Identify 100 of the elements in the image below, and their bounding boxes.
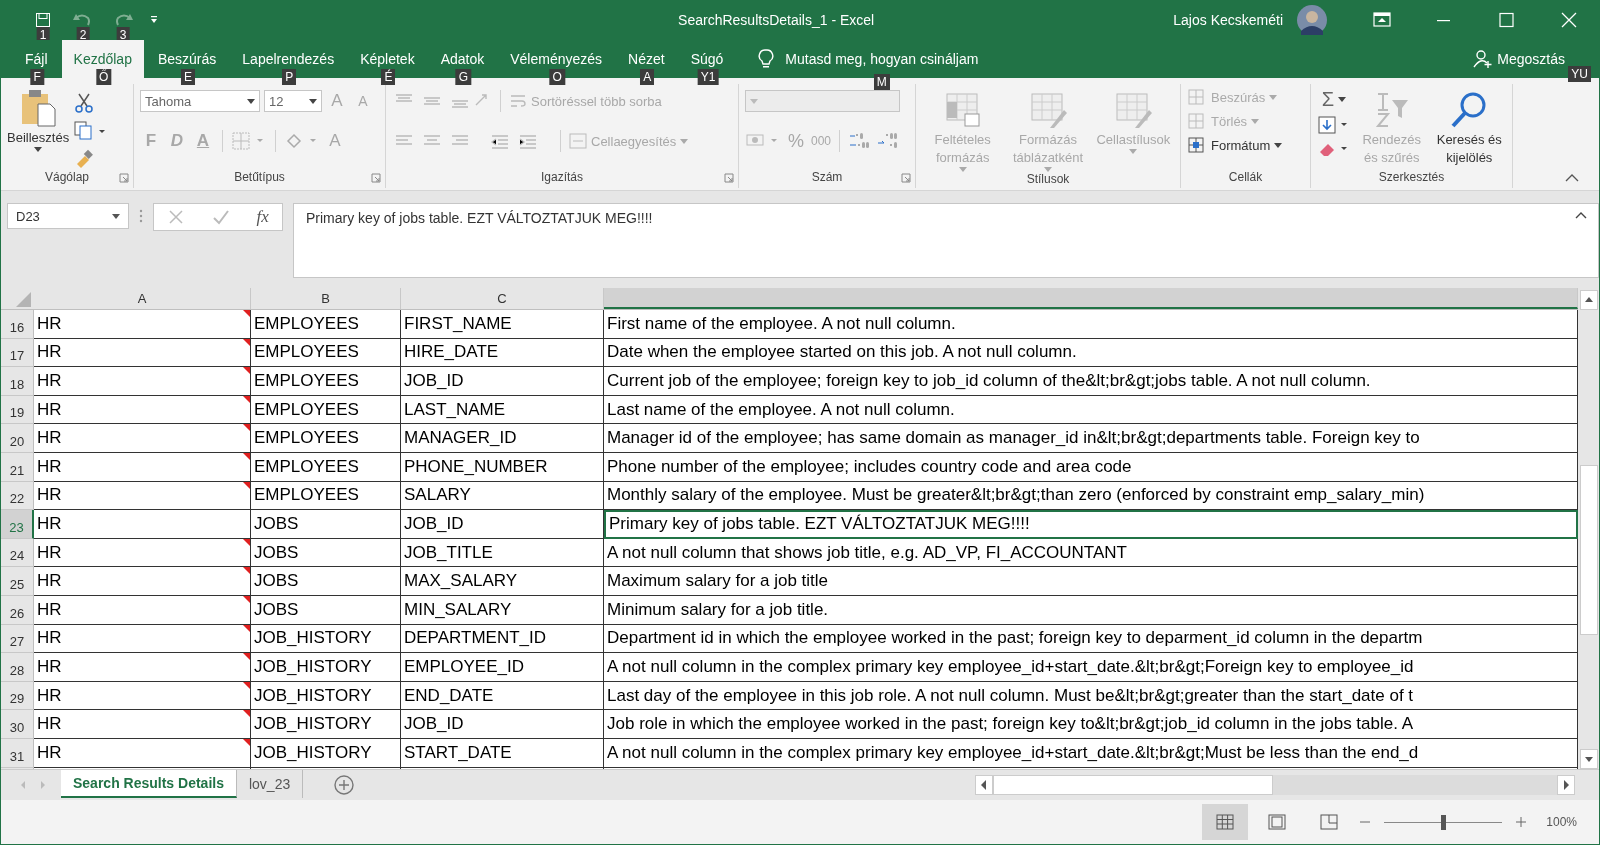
caret-icon — [247, 98, 255, 104]
format-cells-icon — [1187, 136, 1207, 154]
keytip: G — [455, 69, 472, 85]
scroll-thumb[interactable] — [993, 775, 1273, 795]
caret-icon — [1251, 118, 1260, 124]
table-cell: HR — [34, 395, 251, 425]
table-cell: JOB_HISTORY — [251, 653, 401, 682]
table-cell: Monthly salary of the employee. Must be greater&lt;br&gt;than zero (enforced by constraint emp_salary_min) — [604, 481, 1578, 511]
caret-icon — [750, 98, 758, 104]
format-cells-button[interactable]: Formátum — [1187, 136, 1283, 154]
column-header[interactable]: A — [34, 288, 251, 309]
table-cell: JOB_HISTORY — [251, 681, 401, 711]
sheet-tab[interactable]: Search Results Details — [61, 770, 237, 798]
zoom-slider-thumb[interactable] — [1441, 814, 1447, 830]
horizontal-scrollbar[interactable] — [975, 775, 1575, 795]
keytip: YU — [1568, 66, 1591, 82]
table-cell: JOBS — [251, 510, 401, 539]
row-header[interactable]: 22 — [1, 481, 34, 511]
normal-view-button[interactable] — [1202, 804, 1249, 840]
row-header[interactable]: 17 — [1, 338, 34, 368]
copy-icon[interactable] — [73, 120, 108, 142]
scroll-right-icon[interactable] — [1557, 775, 1575, 795]
table-cell: EMPLOYEES — [251, 424, 401, 453]
group-label: Vágólap — [44, 170, 89, 184]
caret-icon — [34, 147, 43, 152]
find-select-button[interactable]: Keresés és kijelölés — [1432, 88, 1506, 166]
scissors-icon[interactable] — [73, 92, 96, 114]
row-header[interactable]: 28 — [1, 653, 34, 682]
scroll-up-icon[interactable] — [1579, 290, 1598, 310]
keytip: O — [549, 69, 565, 85]
collapse-ribbon-icon[interactable] — [1565, 174, 1579, 182]
caret-icon — [309, 98, 317, 104]
zoom-in-icon[interactable] — [1514, 815, 1529, 829]
page-break-icon — [1320, 814, 1339, 830]
table-cell: HR — [34, 452, 251, 482]
table-cell: A not null column in the complex primary key employee_id+start_date.&lt;br&gt;Foreign key to employee_id — [604, 653, 1578, 682]
column-header[interactable] — [604, 288, 1578, 309]
tell-me-field[interactable]: Mutasd meg, hogyan csináljam — [785, 51, 979, 67]
user-name[interactable]: Lajos Kecskeméti — [1173, 12, 1283, 28]
grip-icon — [139, 209, 143, 223]
table-cell: JOB_HISTORY — [251, 738, 401, 768]
scroll-left-icon[interactable] — [975, 775, 993, 795]
table-cell: HR — [34, 538, 251, 568]
table-cell: HR — [34, 624, 251, 654]
insert-function-button[interactable]: fx — [256, 207, 269, 227]
table-cell: Last day of the employee in this job role. A not null column. Must be&lt;br&gt;greater than the start_date of t — [604, 681, 1578, 711]
table-cell: EMPLOYEES — [251, 481, 401, 511]
customize-toolbar-icon[interactable] — [149, 15, 159, 25]
caret-icon — [1274, 142, 1283, 148]
table-cell: Primary key of jobs table. EZT VÁLTOZTATJUK MEG!!!! — [604, 510, 1578, 539]
row-header[interactable]: 27 — [1, 624, 34, 654]
comment-indicator-icon — [243, 424, 250, 432]
table-cell: EMPLOYEES — [251, 338, 401, 368]
row-header[interactable]: 29 — [1, 681, 34, 711]
table-cell: HR — [34, 367, 251, 396]
cell-style-icon — [1113, 90, 1154, 130]
row-header[interactable]: 16 — [1, 310, 34, 339]
scroll-down-icon[interactable] — [1579, 749, 1598, 769]
checkmark-icon[interactable] — [211, 208, 230, 226]
table-cell: FIRST_NAME — [401, 310, 604, 339]
row-header[interactable]: 26 — [1, 595, 34, 625]
table-cell: A not null column that shows job title, e.g. AD_VP, FI_ACCOUNTANT — [604, 538, 1578, 568]
cancel-icon[interactable] — [167, 208, 186, 226]
collapse-formula-bar-icon[interactable] — [1575, 211, 1587, 219]
table-cell: MANAGER_ID — [401, 424, 604, 453]
avatar-icon[interactable] — [1297, 5, 1327, 35]
keytip: É — [381, 69, 396, 85]
row-header[interactable]: 21 — [1, 452, 34, 482]
share-button[interactable]: Megosztás — [1473, 40, 1565, 78]
table-cell: JOBS — [251, 538, 401, 568]
dialog-launcher-icon[interactable] — [119, 173, 129, 183]
table-cell: DEPARTMENT_ID — [401, 624, 604, 654]
table-cell: EMPLOYEES — [251, 310, 401, 339]
keytip: E — [181, 69, 196, 85]
sheet-tab[interactable]: lov_23 — [236, 770, 304, 798]
paste-button[interactable]: Beillesztés — [7, 88, 70, 152]
row-header[interactable]: 23 — [1, 510, 34, 539]
row-header[interactable]: 20 — [1, 424, 34, 453]
group-label: Stílusok — [1026, 172, 1070, 186]
autosum-button[interactable]: Σ — [1317, 88, 1351, 111]
name-box[interactable]: D23 — [7, 203, 129, 229]
row-header[interactable]: 19 — [1, 395, 34, 425]
table-style-icon — [1028, 90, 1068, 130]
table-cell: HR — [34, 567, 251, 596]
save-icon — [35, 12, 51, 28]
keytip: M — [873, 74, 890, 90]
table-cell: A not null column in the complex primary key employee_id+start_date.&lt;br&gt;Must be less than the end_d — [604, 738, 1578, 768]
formula-input[interactable]: Primary key of jobs table. EZT VÁLTOZTATJUK MEG!!!! — [293, 203, 1599, 278]
row-header[interactable]: 24 — [1, 538, 34, 568]
row-header[interactable]: 31 — [1, 738, 34, 768]
row-header[interactable]: 25 — [1, 567, 34, 596]
column-header[interactable]: B — [251, 288, 401, 309]
caret-icon — [112, 213, 120, 219]
row-header[interactable]: 30 — [1, 710, 34, 739]
add-sheet-icon[interactable] — [333, 774, 356, 796]
caret-icon — [1044, 167, 1052, 172]
scroll-thumb[interactable] — [1579, 465, 1598, 635]
zoom-level[interactable]: 100% — [1546, 815, 1577, 829]
vertical-scrollbar[interactable] — [1578, 288, 1599, 769]
row-header[interactable]: 18 — [1, 367, 34, 396]
